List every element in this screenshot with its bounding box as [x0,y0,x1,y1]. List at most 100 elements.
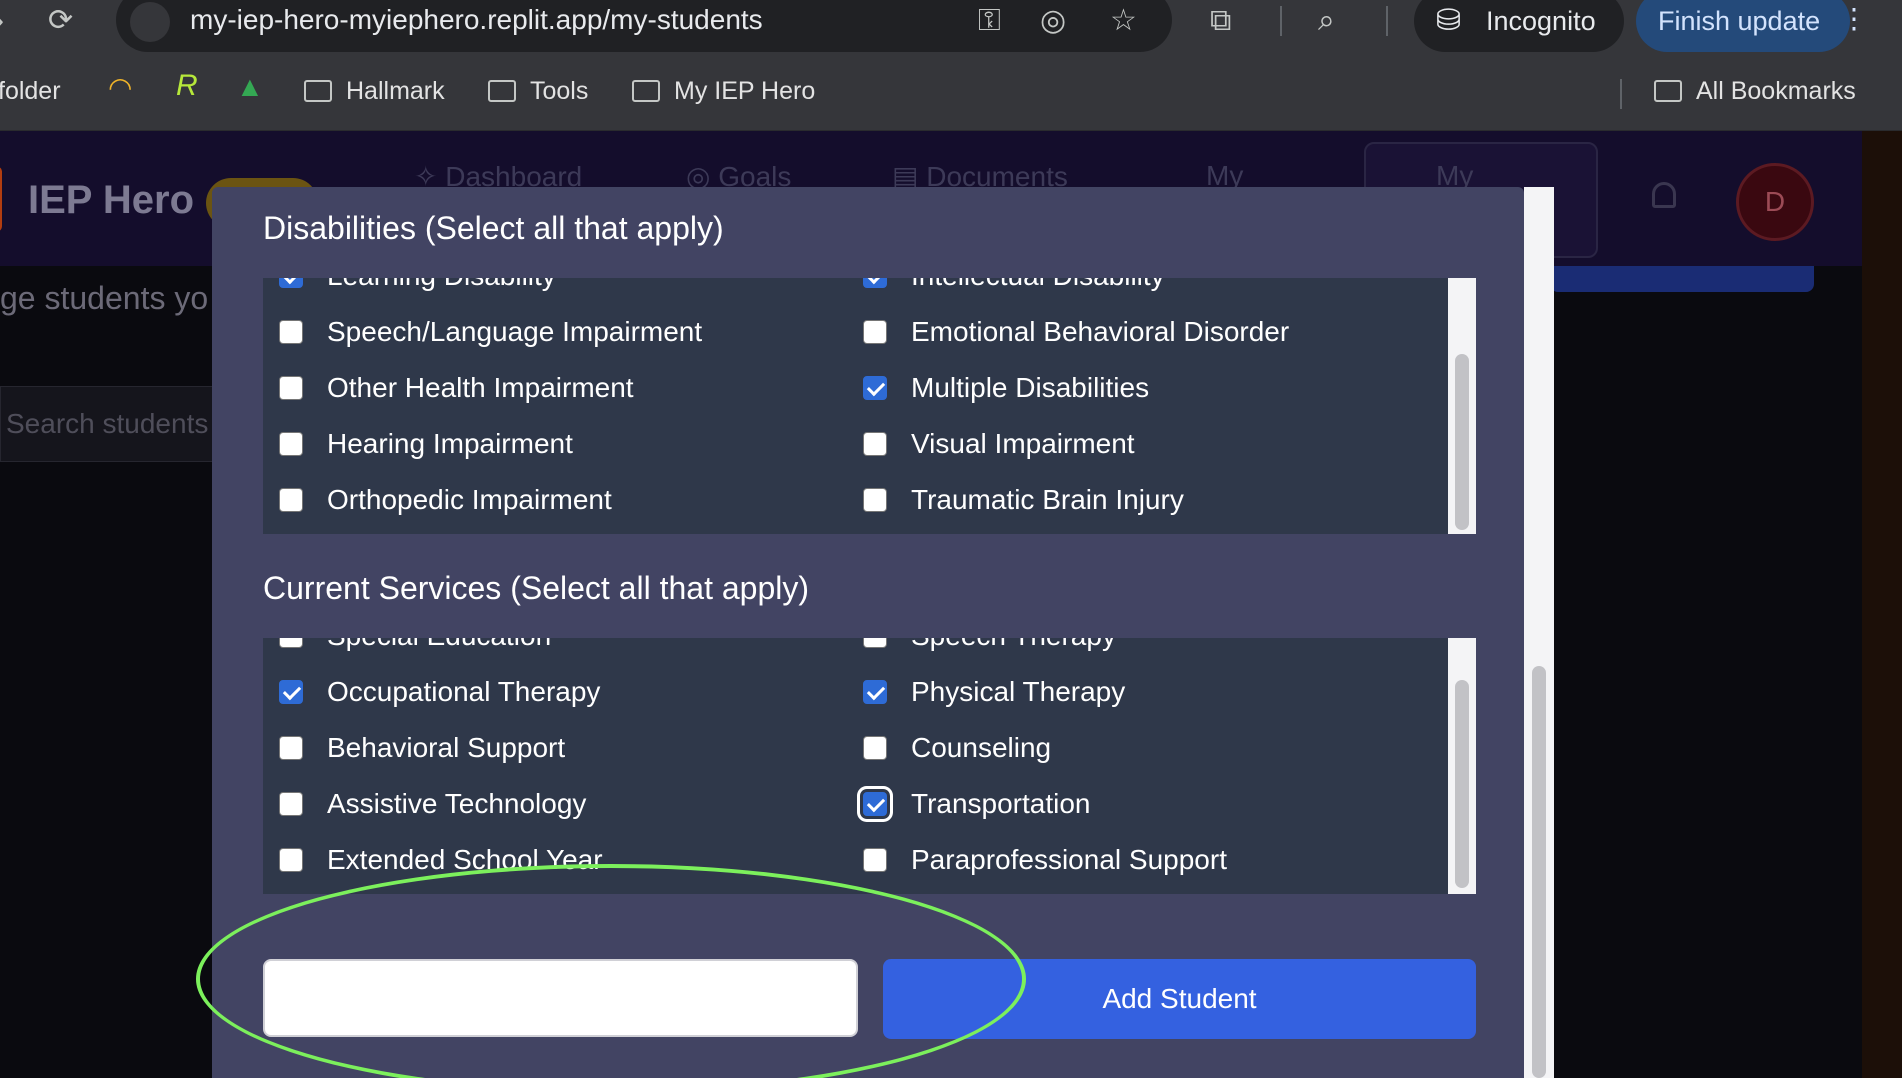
page-subtitle: ge students yo [0,280,209,316]
services-scrollbar-thumb[interactable] [1455,680,1469,888]
disability-option[interactable]: Hearing Impairment [279,424,573,464]
logo-icon[interactable] [0,166,2,232]
service-option-label: Physical Therapy [911,676,1126,707]
checkbox[interactable] [863,320,887,344]
disability-option[interactable]: Traumatic Brain Injury [863,480,1184,520]
disability-option-label: Orthopedic Impairment [327,484,612,515]
checkbox-checked[interactable] [279,278,303,288]
services-list: Special Education Occupational Therapy Beh… [263,638,1476,894]
side-panel-edge [1862,131,1902,1078]
checkbox[interactable] [279,638,303,648]
incognito-icon: ⛁ [1436,4,1462,37]
disability-option[interactable]: Multiple Disabilities [863,368,1149,408]
all-bookmarks[interactable]: All Bookmarks [1654,77,1856,106]
disability-option-label: Visual Impairment [911,428,1135,459]
bookmark-hallmark[interactable]: Hallmark [304,77,445,106]
service-option-label: Transportation [911,788,1091,819]
checkbox[interactable] [279,736,303,760]
drive-icon[interactable]: ▲ [236,71,264,103]
extensions-icon[interactable]: ⧉ [1210,2,1231,40]
disability-option[interactable]: Orthopedic Impairment [279,480,612,520]
forward-icon[interactable]: › [0,2,4,40]
disabilities-list: Learning Disability Speech/Language Impai… [263,278,1476,534]
disability-option-label: Intellectual Disability [911,278,1165,292]
service-option[interactable]: Physical Therapy [863,672,1125,712]
site-settings-icon[interactable] [130,2,170,42]
disability-option[interactable]: Intellectual Disability [863,278,1165,296]
disability-option-label: Hearing Impairment [327,428,573,459]
service-option-label: Counseling [911,732,1052,763]
checkbox-checked[interactable] [863,376,887,400]
service-option-label: Assistive Technology [327,788,587,819]
disability-option-label: Learning Disability [327,278,556,292]
checkbox[interactable] [863,848,887,872]
service-option-label: Speech Therapy [911,638,1116,652]
disability-option[interactable]: Visual Impairment [863,424,1135,464]
service-option[interactable]: Paraprofessional Support [863,840,1227,880]
avatar[interactable]: D [1736,163,1814,241]
checkbox[interactable] [863,638,887,648]
bookmark-my-iep-hero[interactable]: My IEP Hero [632,77,815,106]
menu-dots-icon[interactable]: ⋮ [1840,2,1868,35]
service-option[interactable]: Speech Therapy [863,638,1116,656]
star-icon[interactable]: ☆ [1110,2,1137,40]
r-logo-icon[interactable]: R [176,69,198,103]
service-option[interactable]: Transportation [863,784,1091,824]
disabilities-scrollbar-thumb[interactable] [1455,354,1469,530]
checkbox-checked[interactable] [863,278,887,288]
checkbox[interactable] [279,792,303,816]
bookmarks-divider [1620,79,1622,109]
info-banner [1550,266,1814,292]
bookmark-tools[interactable]: Tools [488,77,588,106]
disability-option[interactable]: Speech/Language Impairment [279,312,702,352]
disability-option-label: Speech/Language Impairment [327,316,703,347]
bell-icon[interactable] [1652,182,1676,208]
service-option[interactable]: Assistive Technology [279,784,586,824]
checkbox[interactable] [863,488,887,512]
checkbox[interactable] [279,320,303,344]
toolbar-divider [1386,6,1388,36]
toolbar-divider [1280,6,1282,36]
disability-option[interactable]: Other Health Impairment [279,368,634,408]
service-option[interactable]: Counseling [863,728,1051,768]
cast-search-icon[interactable]: ⌕ [1318,2,1335,40]
disabilities-title: Disabilities (Select all that apply) [263,210,724,246]
checkbox[interactable] [863,432,887,456]
service-option-label: Paraprofessional Support [911,844,1227,875]
eye-off-icon[interactable]: ◎ [1040,2,1066,40]
checkbox-checked[interactable] [279,680,303,704]
highlight-ellipse [196,864,1026,1078]
folder-icon [488,80,516,102]
bookmarks-bar: folder ◠ R ▲ Hallmark Tools My IEP Hero … [0,55,1902,131]
checkbox[interactable] [279,488,303,512]
checkbox[interactable] [279,432,303,456]
services-title: Current Services (Select all that apply) [263,570,809,606]
folder-icon [632,80,660,102]
folder-icon [304,80,332,102]
incognito-label: Incognito [1486,6,1596,36]
checkbox[interactable] [279,376,303,400]
reload-icon[interactable]: ⟳ [48,2,73,40]
service-option[interactable]: Behavioral Support [279,728,565,768]
disability-option[interactable]: Learning Disability [279,278,556,296]
checkbox[interactable] [863,736,887,760]
disability-option-label: Traumatic Brain Injury [911,484,1184,515]
rainbow-icon[interactable]: ◠ [108,71,132,104]
checkbox[interactable] [279,848,303,872]
url-text[interactable]: my-iep-hero-myiephero.replit.app/my-stud… [190,4,763,36]
checkbox-checked[interactable] [863,680,887,704]
bookmark-folder-partial[interactable]: folder [0,77,61,106]
disability-option-label: Multiple Disabilities [911,372,1150,403]
screen: › ⟳ my-iep-hero-myiephero.replit.app/my-… [0,0,1902,1078]
service-option-label: Behavioral Support [327,732,566,763]
brand-name[interactable]: IEP Hero [28,178,194,223]
disability-option-label: Other Health Impairment [327,372,634,403]
service-option[interactable]: Occupational Therapy [279,672,600,712]
modal-scrollbar-thumb[interactable] [1532,666,1546,1078]
finish-update-label: Finish update [1658,6,1821,36]
service-option-label: Special Education [327,638,551,652]
checkbox-checked[interactable] [863,792,887,816]
key-icon[interactable]: ⚿ [978,2,1001,40]
service-option[interactable]: Special Education [279,638,551,656]
disability-option[interactable]: Emotional Behavioral Disorder [863,312,1289,352]
